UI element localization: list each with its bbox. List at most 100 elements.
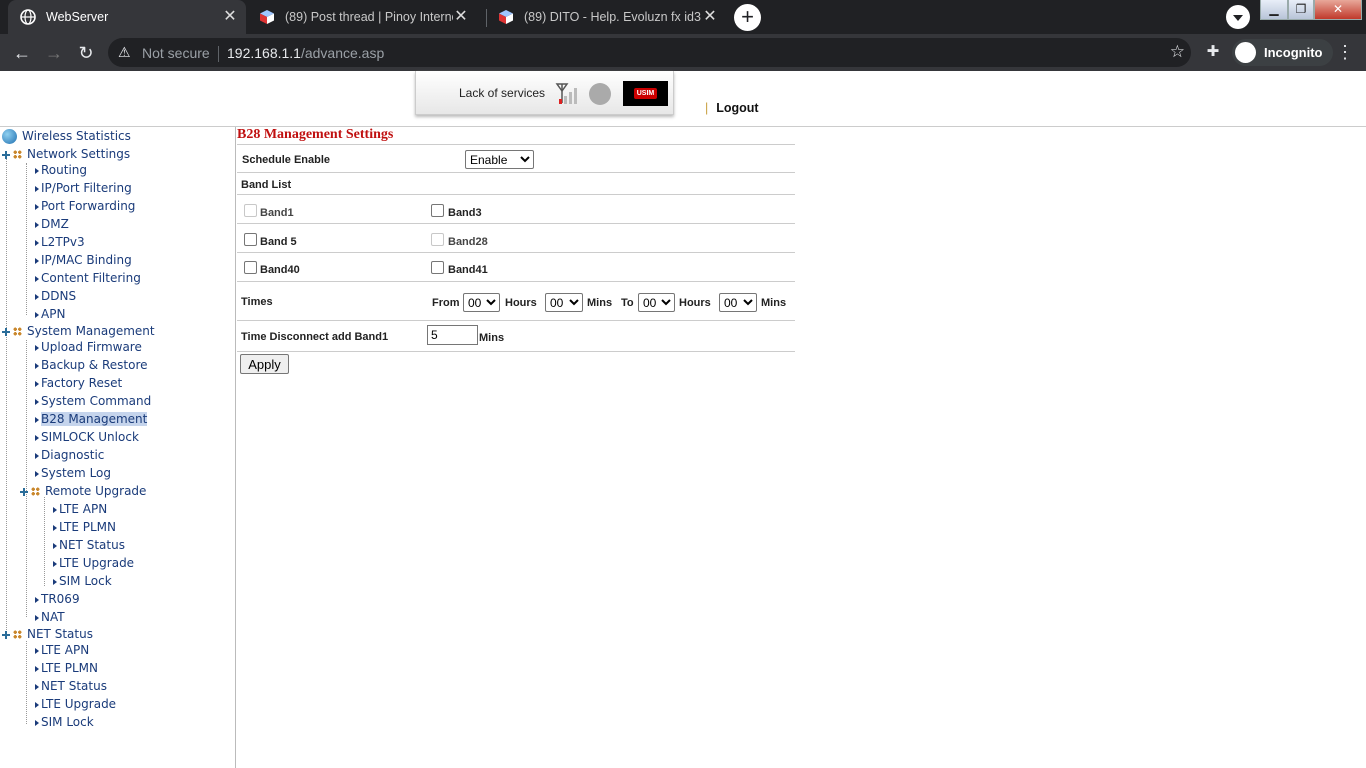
tree-port-forwarding[interactable]: Port Forwarding xyxy=(35,197,135,215)
band28-label: Band28 xyxy=(448,236,488,248)
arrow-icon xyxy=(35,434,39,441)
tree-upload-firmware[interactable]: Upload Firmware xyxy=(35,338,142,356)
tree-label: APN xyxy=(41,307,66,321)
back-icon[interactable]: ← xyxy=(9,40,35,66)
tree-system-log[interactable]: System Log xyxy=(35,464,111,482)
tree-tr069[interactable]: TR069 xyxy=(35,590,80,608)
tree-b28-management[interactable]: B28 Management xyxy=(35,410,148,428)
tree-nat[interactable]: NAT xyxy=(35,608,65,626)
band-list-row: Band List xyxy=(237,173,795,195)
arrow-icon xyxy=(35,362,39,369)
tree-net-net-status[interactable]: NET Status xyxy=(35,677,107,695)
tree-net-lte-upgrade[interactable]: LTE Upgrade xyxy=(35,695,116,713)
tree-label: Factory Reset xyxy=(41,376,123,390)
separator: | xyxy=(705,101,709,115)
band41-label: Band41 xyxy=(448,264,488,276)
tree-wireless-statistics[interactable]: Wireless Statistics xyxy=(2,127,131,145)
arrow-icon xyxy=(35,167,39,174)
band28-checkbox[interactable] xyxy=(431,233,444,246)
close-icon[interactable]: ✕ xyxy=(222,9,238,25)
expand-icon[interactable] xyxy=(20,487,28,496)
tree-remote-upgrade[interactable]: Remote Upgrade xyxy=(20,482,146,500)
tree-simlock-unlock[interactable]: SIMLOCK Unlock xyxy=(35,428,139,446)
logout-link[interactable]: Logout xyxy=(716,101,758,115)
tab-dito-help[interactable]: (89) DITO - Help. Evoluzn fx id3 fi ✕ xyxy=(486,0,726,34)
incognito-badge[interactable]: Incognito xyxy=(1232,39,1333,66)
arrow-icon xyxy=(53,560,57,567)
tree-label: NET Status xyxy=(27,627,93,641)
arrow-icon xyxy=(35,380,39,387)
band-list-label: Band List xyxy=(241,179,292,191)
arrow-icon xyxy=(35,398,39,405)
tab-search-button[interactable] xyxy=(1226,5,1250,29)
tree-net-lte-plmn[interactable]: LTE PLMN xyxy=(35,659,98,677)
arrow-icon xyxy=(35,221,39,228)
to-hours-select[interactable]: 00 xyxy=(638,293,675,312)
tree-factory-reset[interactable]: Factory Reset xyxy=(35,374,122,392)
tree-apn[interactable]: APN xyxy=(35,305,65,323)
schedule-enable-select[interactable]: Enable xyxy=(465,150,534,169)
tree-net-lte-apn[interactable]: LTE APN xyxy=(35,641,89,659)
arrow-icon xyxy=(35,416,39,423)
expand-icon[interactable] xyxy=(2,150,10,159)
band1-checkbox[interactable] xyxy=(244,204,257,217)
tree-ddns[interactable]: DDNS xyxy=(35,287,76,305)
tree-content-filtering[interactable]: Content Filtering xyxy=(35,269,141,287)
tree-net-sim-lock[interactable]: SIM Lock xyxy=(35,713,94,731)
to-label: To xyxy=(621,297,634,309)
arrow-icon xyxy=(35,257,39,264)
tree-ip-mac-binding[interactable]: IP/MAC Binding xyxy=(35,251,132,269)
close-window-button[interactable]: ✕ xyxy=(1314,0,1362,20)
menu-kebab-icon[interactable]: ⋮ xyxy=(1336,42,1354,63)
arrow-icon xyxy=(35,596,39,603)
new-tab-button[interactable]: + xyxy=(734,4,761,31)
band40-checkbox[interactable] xyxy=(244,261,257,274)
tree-routing[interactable]: Routing xyxy=(35,161,87,179)
tree-l2tpv3[interactable]: L2TPv3 xyxy=(35,233,85,251)
expand-icon[interactable] xyxy=(2,327,10,336)
minimize-button[interactable]: ▁ xyxy=(1260,0,1288,20)
to-mins-select[interactable]: 00 xyxy=(719,293,757,312)
tree-label: L2TPv3 xyxy=(41,235,85,249)
tree-remote-sim-lock[interactable]: SIM Lock xyxy=(53,572,112,590)
tab-webserver[interactable]: WebServer ✕ xyxy=(8,0,246,34)
band3-label: Band3 xyxy=(448,207,482,219)
tree-ip-port-filtering[interactable]: IP/Port Filtering xyxy=(35,179,132,197)
band5-checkbox[interactable] xyxy=(244,233,257,246)
reload-icon[interactable]: ↻ xyxy=(73,40,99,66)
from-mins-select[interactable]: 00 xyxy=(545,293,583,312)
tab-pinoy-internet[interactable]: (89) Post thread | Pinoy Internet a ✕ xyxy=(247,0,477,34)
apply-button[interactable]: Apply xyxy=(240,354,289,374)
close-icon[interactable]: ✕ xyxy=(453,9,469,25)
tree-remote-lte-plmn[interactable]: LTE PLMN xyxy=(53,518,116,536)
from-hours-select[interactable]: 00 xyxy=(463,293,500,312)
tree-diagnostic[interactable]: Diagnostic xyxy=(35,446,104,464)
tree-remote-lte-apn[interactable]: LTE APN xyxy=(53,500,107,518)
band41-checkbox[interactable] xyxy=(431,261,444,274)
arrow-icon xyxy=(35,614,39,621)
arrow-icon xyxy=(35,647,39,654)
tree-label: IP/Port Filtering xyxy=(41,181,132,195)
disconnect-minutes-input[interactable] xyxy=(427,325,478,345)
tree-dmz[interactable]: DMZ xyxy=(35,215,69,233)
close-icon[interactable]: ✕ xyxy=(702,9,718,25)
expand-icon[interactable] xyxy=(2,630,10,639)
tree-remote-net-status[interactable]: NET Status xyxy=(53,536,125,554)
tree-backup-restore[interactable]: Backup & Restore xyxy=(35,356,148,374)
tree-label: Content Filtering xyxy=(41,271,141,285)
address-bar[interactable]: ⚠ Not secure 192.168.1.1/advance.asp ☆ xyxy=(108,38,1191,67)
tree-system-command[interactable]: System Command xyxy=(35,392,151,410)
forward-icon[interactable]: → xyxy=(41,40,67,66)
bookmark-star-icon[interactable]: ☆ xyxy=(1170,42,1185,62)
tree-remote-lte-upgrade[interactable]: LTE Upgrade xyxy=(53,554,134,572)
maximize-button[interactable]: ❐ xyxy=(1288,0,1314,20)
band-row-3: Band40 Band41 xyxy=(237,253,795,282)
band3-checkbox[interactable] xyxy=(431,204,444,217)
folder-icon xyxy=(13,150,22,159)
from-hours-unit: Hours xyxy=(505,297,537,309)
arrow-icon xyxy=(35,665,39,672)
arrow-icon xyxy=(53,578,57,585)
extensions-puzzle-icon[interactable]: ✚ xyxy=(1203,42,1223,62)
cube-icon xyxy=(260,10,274,24)
tree-label: Upload Firmware xyxy=(41,340,142,354)
